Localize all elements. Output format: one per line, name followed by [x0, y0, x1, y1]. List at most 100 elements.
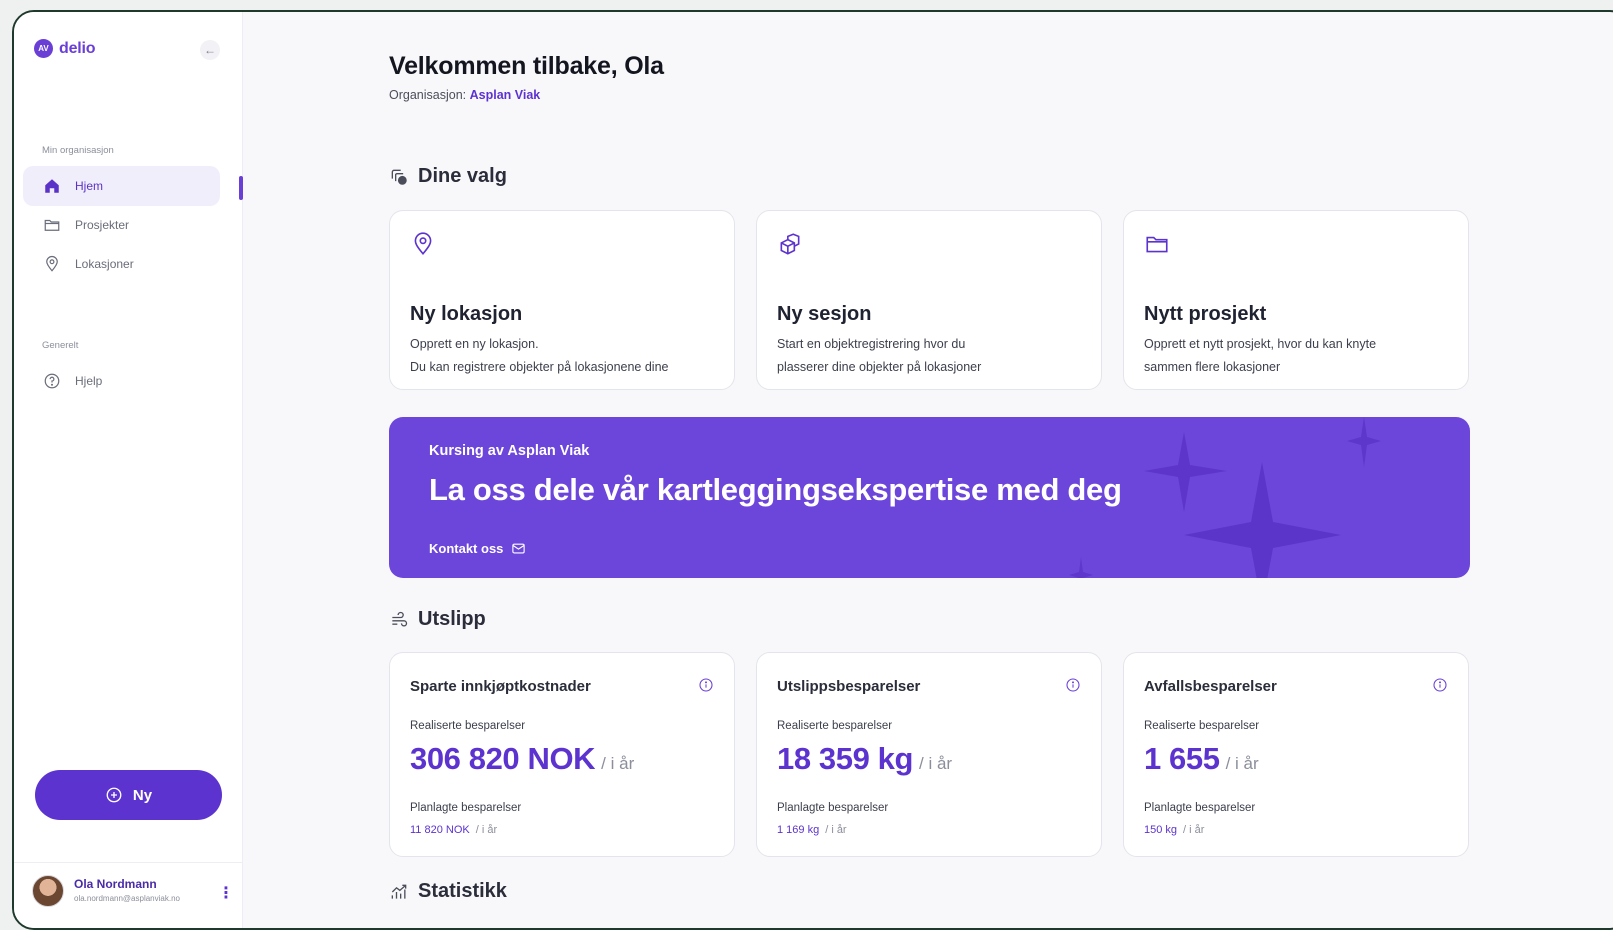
realized-period: / i år	[1225, 754, 1259, 773]
section-utslipp: Utslipp	[389, 608, 486, 631]
help-circle-icon	[44, 373, 60, 389]
planned-value: 150 kg	[1144, 824, 1178, 836]
planned-period: / i år	[475, 824, 498, 836]
realized-label: Realiserte besparelser	[1144, 720, 1260, 732]
section-label-general: Generelt	[42, 340, 79, 351]
realized-row: 306 820 NOK / i år	[410, 741, 634, 777]
planned-period: / i år	[1183, 824, 1205, 836]
planned-label: Planlagte besparelser	[777, 802, 889, 814]
info-icon[interactable]	[1432, 677, 1448, 693]
section-dine-valg: Dine valg	[389, 165, 507, 188]
contact-link[interactable]: Kontakt oss	[429, 541, 526, 556]
realized-period: / i år	[919, 754, 953, 773]
user-name: Ola Nordmann	[74, 877, 157, 891]
main-content: Velkommen tilbake, Ola Organisasjon: Asp…	[243, 12, 1613, 928]
section-statistikk: Statistikk	[389, 880, 507, 903]
sidebar-item-label: Prosjekter	[75, 218, 130, 232]
realized-label: Realiserte besparelser	[777, 720, 893, 732]
location-pin-icon	[414, 232, 432, 256]
org-name[interactable]: Asplan Viak	[470, 88, 541, 102]
card-ny-sesjon[interactable]: Ny sesjon Start en objektregistrering hv…	[756, 210, 1102, 390]
collapse-sidebar-button[interactable]: ←	[200, 40, 220, 60]
card-nytt-prosjekt[interactable]: Nytt prosjekt Opprett et nytt prosjekt, …	[1123, 210, 1469, 390]
card-description: Opprett et nytt prosjekt, hvor du kan kn…	[1144, 333, 1454, 379]
chart-trend-icon	[391, 884, 407, 899]
realized-row: 1 655 / i år	[1144, 741, 1259, 777]
planned-row: 150 kg / i år	[1144, 824, 1204, 836]
mail-icon	[512, 543, 526, 554]
stat-card-waste: Avfallsbesparelser Realiserte besparelse…	[1123, 652, 1469, 857]
section-title-label: Utslipp	[418, 608, 486, 630]
sidebar-item-label: Hjem	[75, 179, 104, 193]
section-title-label: Statistikk	[418, 880, 507, 902]
card-title: Ny lokasjon	[410, 303, 523, 325]
planned-label: Planlagte besparelser	[1144, 802, 1256, 814]
wind-icon	[392, 611, 408, 626]
section-title-label: Dine valg	[418, 165, 507, 187]
page-title: Velkommen tilbake, Ola	[389, 52, 664, 80]
card-description: Opprett en ny lokasjon. Du kan registrere…	[410, 333, 720, 379]
banner-title: La oss dele vår kartleggingsekspertise m…	[429, 472, 1122, 507]
contact-link-label: Kontakt oss	[429, 541, 504, 556]
realized-period: / i år	[601, 754, 635, 773]
card-title: Ny sesjon	[777, 303, 872, 325]
new-button[interactable]: Ny	[35, 770, 222, 820]
stat-title: Sparte innkjøptkostnader	[410, 678, 591, 695]
shapes-icon	[391, 169, 407, 185]
planned-label: Planlagte besparelser	[410, 802, 522, 814]
user-email: ola.nordmann@asplanviak.no	[74, 894, 180, 903]
sidebar-item-label: Hjelp	[75, 374, 103, 388]
sidebar-item-hjem[interactable]: Hjem	[23, 166, 220, 206]
logo-mark: AV	[34, 39, 53, 58]
sidebar: AV delio ← Min organisasjon Hjem Prosjek…	[14, 12, 243, 928]
arrow-left-icon: ←	[204, 43, 216, 57]
app-name: delio	[59, 39, 96, 57]
planned-row: 1 169 kg / i år	[777, 824, 847, 836]
organization-line: Organisasjon: Asplan Viak	[389, 88, 540, 102]
user-profile[interactable]: Ola Nordmann ola.nordmann@asplanviak.no …	[14, 862, 243, 928]
card-line-1: Opprett et nytt prosjekt, hvor du kan kn…	[1144, 337, 1377, 351]
course-banner: Kursing av Asplan Viak La oss dele vår k…	[389, 417, 1470, 578]
stat-title: Utslippsbesparelser	[777, 678, 921, 695]
realized-value: 306 820 NOK	[410, 741, 596, 776]
card-line-1: Start en objektregistrering hvor du	[777, 337, 966, 351]
realized-value: 18 359 kg	[777, 741, 914, 776]
more-vertical-icon[interactable]: ⋮	[218, 883, 234, 903]
sidebar-item-lokasjoner[interactable]: Lokasjoner	[23, 244, 220, 284]
plus-circle-icon	[106, 787, 122, 803]
planned-period: / i år	[825, 824, 847, 836]
app-window: AV delio ← Min organisasjon Hjem Prosjek…	[12, 10, 1613, 930]
sidebar-item-hjelp[interactable]: Hjelp	[23, 361, 220, 401]
card-line-2: sammen flere lokasjoner	[1144, 360, 1281, 374]
realized-row: 18 359 kg / i år	[777, 741, 952, 777]
planned-value: 1 169 kg	[777, 824, 820, 836]
stat-card-costs: Sparte innkjøptkostnader Realiserte besp…	[389, 652, 735, 857]
sidebar-item-prosjekter[interactable]: Prosjekter	[23, 205, 220, 245]
banner-subtitle: Kursing av Asplan Viak	[429, 443, 590, 459]
card-ny-lokasjon[interactable]: Ny lokasjon Opprett en ny lokasjon. Du ka…	[389, 210, 735, 390]
card-line-2: Du kan registrere objekter på lokasjonen…	[410, 360, 669, 374]
info-icon[interactable]	[698, 677, 714, 693]
avatar	[32, 875, 64, 907]
planned-row: 11 820 NOK / i år	[410, 824, 497, 836]
new-button-label: Ny	[132, 786, 153, 804]
location-pin-icon	[46, 255, 58, 272]
card-description: Start en objektregistrering hvor du plass…	[777, 333, 1087, 379]
app-logo[interactable]: AV delio	[34, 39, 96, 58]
planned-value: 11 820 NOK	[410, 824, 470, 836]
realized-value: 1 655	[1144, 741, 1220, 776]
folder-icon	[44, 219, 60, 231]
org-prefix: Organisasjon:	[389, 88, 467, 102]
card-title: Nytt prosjekt	[1144, 303, 1267, 325]
home-icon	[45, 179, 59, 193]
sidebar-item-label: Lokasjoner	[75, 257, 134, 271]
stat-card-emissions: Utslippsbesparelser Realiserte besparels…	[756, 652, 1102, 857]
section-label-org: Min organisasjon	[42, 145, 114, 156]
boxes-icon	[780, 233, 800, 255]
realized-label: Realiserte besparelser	[410, 720, 526, 732]
stat-title: Avfallsbesparelser	[1144, 678, 1277, 695]
card-line-2: plasserer dine objekter på lokasjoner	[777, 360, 982, 374]
folder-icon	[1146, 236, 1168, 253]
info-icon[interactable]	[1065, 677, 1081, 693]
card-line-1: Opprett en ny lokasjon.	[410, 337, 539, 351]
